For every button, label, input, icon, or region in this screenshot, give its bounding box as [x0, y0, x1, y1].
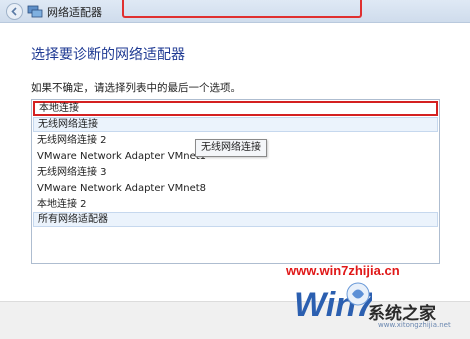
window-title: 网络适配器 [47, 6, 102, 19]
adapter-item-all-adapters[interactable]: 所有网络适配器 [33, 212, 438, 227]
back-arrow-icon [11, 7, 17, 16]
adapter-list[interactable]: 本地连接 无线网络连接 无线网络连接 2 VMware Network Adap… [31, 99, 440, 264]
instruction-text: 如果不确定，请选择列表中的最后一个选项。 [31, 82, 241, 94]
highlight-box [122, 0, 362, 18]
adapter-item-wireless-3[interactable]: 无线网络连接 3 [33, 165, 438, 180]
watermark-site-url: www.xitongzhijia.net [378, 321, 451, 329]
back-button[interactable] [6, 3, 23, 20]
watermark-logo-icon: Win7 [294, 282, 372, 324]
page-heading: 选择要诊断的网络适配器 [31, 47, 185, 63]
adapter-item-vmnet8[interactable]: VMware Network Adapter VMnet8 [33, 181, 438, 196]
adapter-item-local-connection-2[interactable]: 本地连接 2 [33, 197, 438, 212]
network-adapter-icon [27, 5, 43, 18]
tooltip: 无线网络连接 [195, 139, 267, 157]
adapter-item-local-connection[interactable]: 本地连接 [33, 101, 438, 116]
adapter-item-wireless[interactable]: 无线网络连接 [33, 117, 438, 132]
